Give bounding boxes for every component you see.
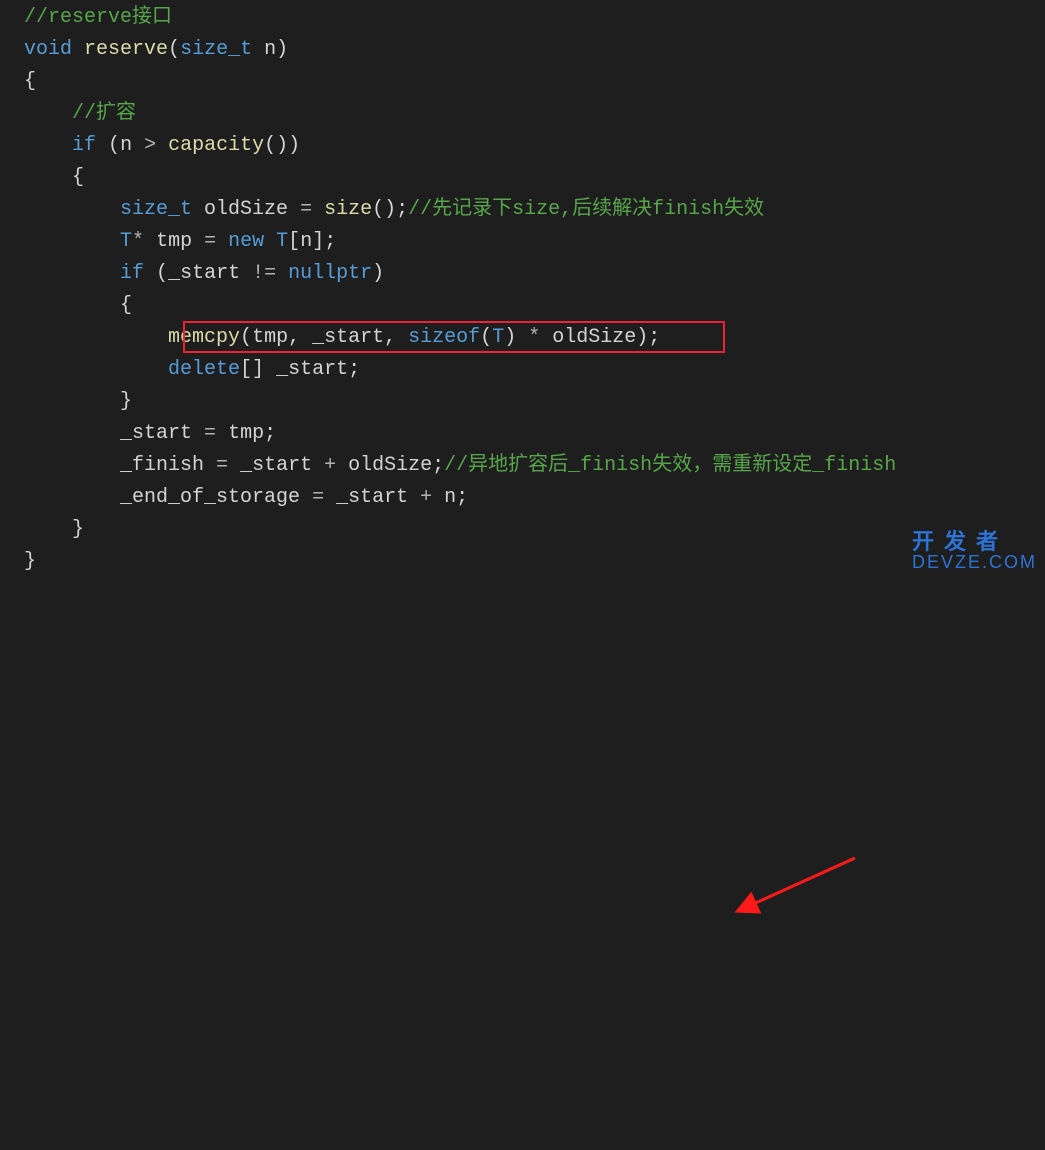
watermark-top: 开发者: [912, 531, 1037, 553]
watermark: 开发者 DEVZE.COM: [912, 531, 1037, 571]
code-line: //reserve接口: [24, 2, 1045, 34]
code-line: memcpy(tmp, _start, sizeof(T) * oldSize)…: [24, 322, 1045, 354]
code-line: size_t oldSize = size();//先记录下size,后续解决f…: [24, 194, 1045, 226]
code-line: }: [24, 546, 1045, 578]
code-line: if (n > capacity()): [24, 130, 1045, 162]
code-line: _finish = _start + oldSize;//异地扩容后_finis…: [24, 450, 1045, 482]
code-line: T* tmp = new T[n];: [24, 226, 1045, 258]
code-line: _end_of_storage = _start + n;: [24, 482, 1045, 514]
code-line: if (_start != nullptr): [24, 258, 1045, 290]
code-line: delete[] _start;: [24, 354, 1045, 386]
code-line: }: [24, 514, 1045, 546]
code-line: {: [24, 162, 1045, 194]
code-line: void reserve(size_t n): [24, 34, 1045, 66]
code-area: //reserve接口 void reserve(size_t n) { //扩…: [0, 0, 1045, 578]
code-line: _start = tmp;: [24, 418, 1045, 450]
code-line: //扩容: [24, 98, 1045, 130]
arrow-annotation: [0, 578, 1045, 1150]
code-line: }: [24, 386, 1045, 418]
comment: //reserve接口: [24, 6, 172, 29]
code-line: {: [24, 66, 1045, 98]
code-line: {: [24, 290, 1045, 322]
watermark-bottom: DEVZE.COM: [912, 553, 1037, 571]
